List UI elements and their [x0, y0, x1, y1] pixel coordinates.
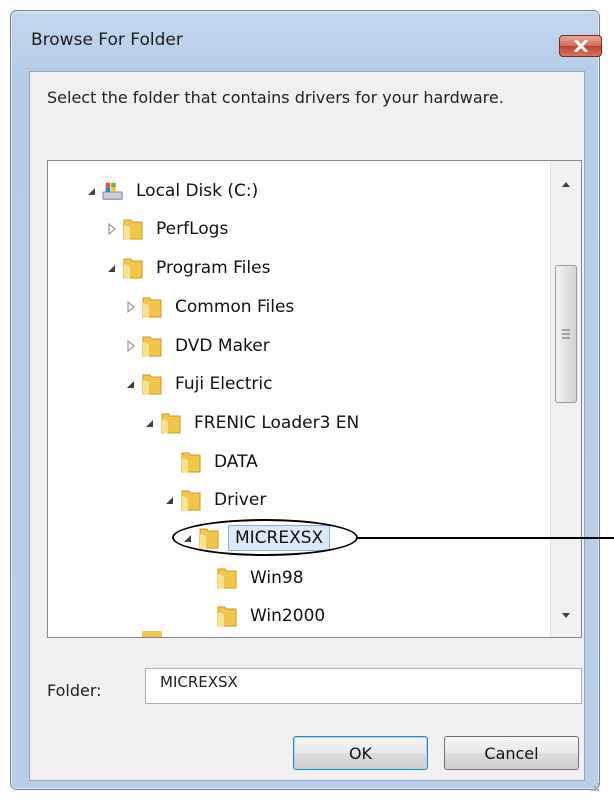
grip-lines-icon — [562, 329, 570, 339]
collapsed-arrow-icon[interactable] — [125, 301, 137, 313]
callout-line — [357, 537, 614, 539]
folder-input[interactable] — [145, 668, 582, 704]
folder-label: Folder: — [47, 681, 102, 700]
folder-icon — [161, 413, 181, 434]
close-icon — [574, 40, 588, 52]
scroll-thumb[interactable] — [555, 265, 577, 403]
resize-grip-icon[interactable] — [590, 782, 600, 792]
folder-icon — [217, 568, 237, 589]
tree-item-label: DATA — [214, 452, 258, 472]
tree-item-local-disk[interactable]: Local Disk (C:) — [86, 176, 262, 206]
tree-scrollbar[interactable] — [550, 161, 581, 637]
folder-icon — [181, 452, 201, 473]
close-button[interactable] — [559, 35, 602, 57]
tree-item-label: Win98 — [250, 568, 304, 588]
folder-icon — [142, 297, 162, 318]
folder-icon — [142, 374, 162, 395]
no-expander — [200, 572, 212, 584]
partial-folder-icon — [142, 631, 162, 637]
callout-ellipse — [172, 519, 358, 556]
instruction-text: Select the folder that contains drivers … — [47, 88, 504, 107]
expanded-arrow-icon[interactable] — [86, 185, 98, 197]
tree-item-win2000[interactable]: Win2000 — [200, 601, 329, 631]
tree-item-label: Local Disk (C:) — [136, 181, 259, 201]
scroll-down-arrow-icon[interactable] — [551, 605, 581, 627]
tree-item-frenic-loader3[interactable]: FRENIC Loader3 EN — [144, 408, 363, 438]
expanded-arrow-icon[interactable] — [144, 417, 156, 429]
tree-item-dvd-maker[interactable]: DVD Maker — [125, 331, 274, 361]
scroll-up-arrow-icon[interactable] — [551, 173, 581, 195]
folder-icon — [123, 219, 143, 240]
expanded-arrow-icon[interactable] — [106, 262, 118, 274]
folder-icon — [142, 336, 162, 357]
ok-button[interactable]: OK — [293, 736, 428, 770]
tree-item-driver[interactable]: Driver — [164, 485, 270, 515]
dialog-title: Browse For Folder — [31, 30, 183, 50]
folder-tree[interactable]: Local Disk (C:) PerfLogs Program Files C… — [47, 160, 582, 638]
tree-item-label: Win2000 — [250, 606, 326, 626]
tree-item-label: Program Files — [156, 258, 271, 278]
expanded-arrow-icon[interactable] — [125, 378, 137, 390]
tree-item-program-files[interactable]: Program Files — [106, 253, 274, 283]
tree-item-label: PerfLogs — [156, 219, 229, 239]
tree-item-data[interactable]: DATA — [164, 447, 262, 477]
drive-icon — [102, 182, 123, 200]
tree-item-win98[interactable]: Win98 — [200, 563, 308, 593]
tree-item-label: Fuji Electric — [175, 374, 273, 394]
folder-icon — [181, 490, 201, 511]
tree-item-label: Common Files — [175, 297, 295, 317]
collapsed-arrow-icon[interactable] — [125, 340, 137, 352]
tree-item-label: FRENIC Loader3 EN — [194, 413, 360, 433]
no-expander — [200, 610, 212, 622]
tree-item-label: DVD Maker — [175, 336, 270, 356]
folder-icon — [123, 258, 143, 279]
folder-icon — [217, 606, 237, 627]
no-expander — [164, 456, 176, 468]
cancel-button[interactable]: Cancel — [444, 736, 579, 770]
tree-item-perflogs[interactable]: PerfLogs — [106, 214, 232, 244]
tree-item-common-files[interactable]: Common Files — [125, 292, 298, 322]
expanded-arrow-icon[interactable] — [164, 494, 176, 506]
collapsed-arrow-icon[interactable] — [106, 223, 118, 235]
tree-item-label: Driver — [214, 490, 267, 510]
tree-item-fuji-electric[interactable]: Fuji Electric — [125, 369, 276, 399]
